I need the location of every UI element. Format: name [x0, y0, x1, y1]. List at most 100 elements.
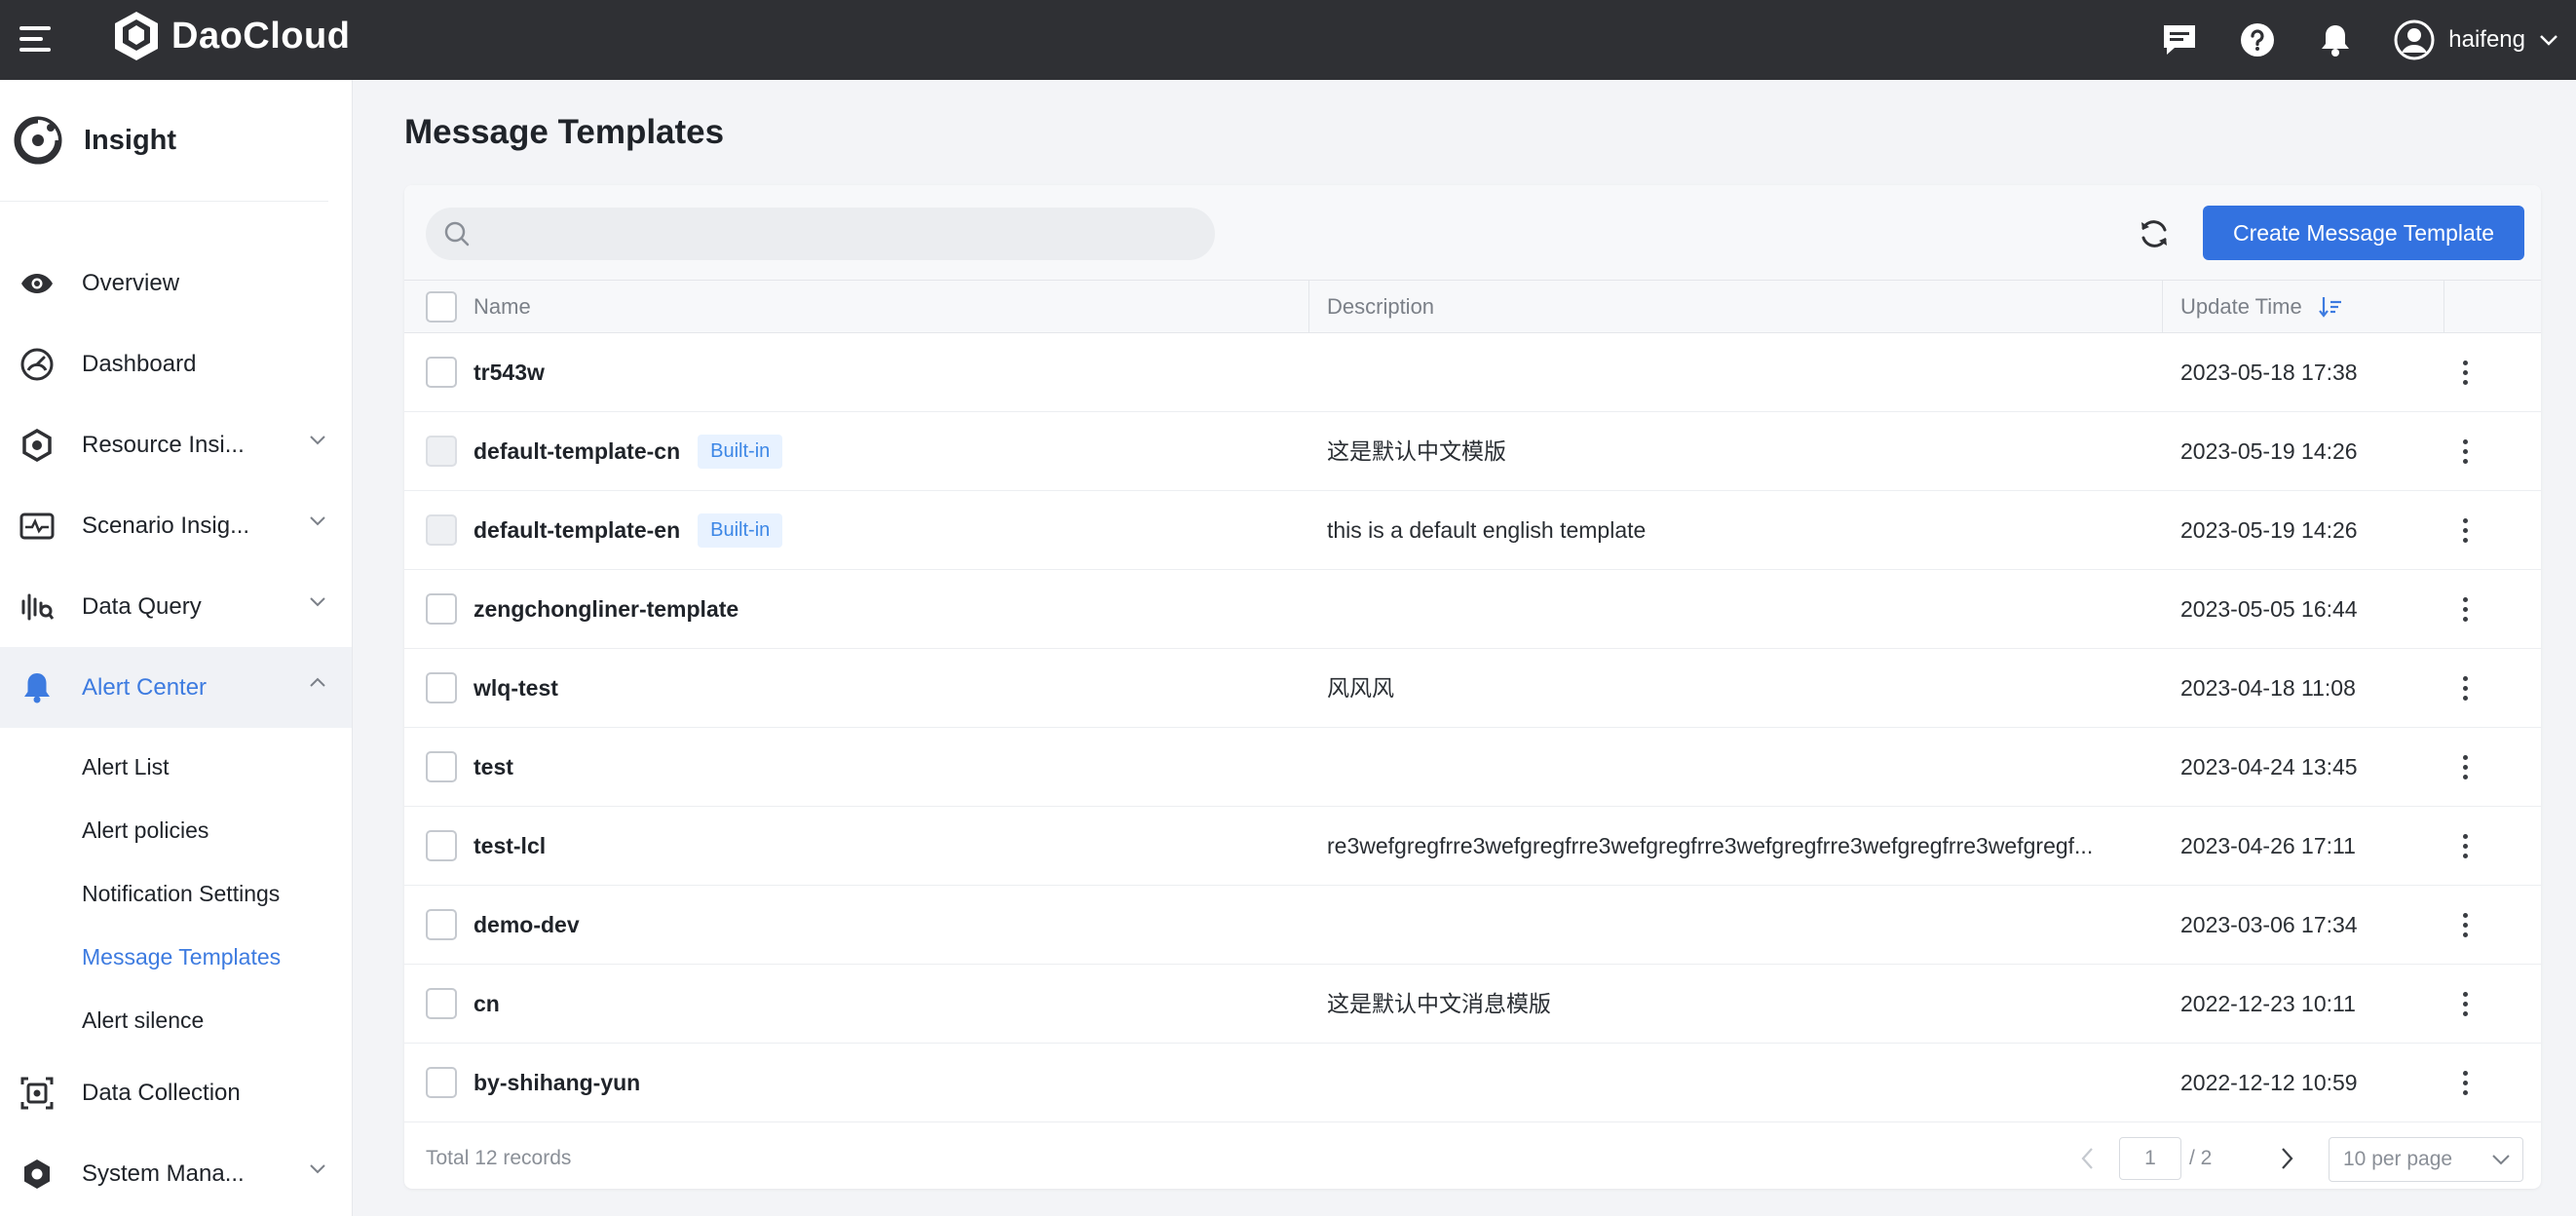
brand-logo[interactable]: DaoCloud	[111, 10, 350, 62]
main-content: Message Templates Create Message Templat…	[354, 80, 2576, 1216]
templates-card: Create Message Template Name Description…	[404, 185, 2541, 1189]
top-actions: haifeng	[2160, 0, 2576, 80]
table-row[interactable]: by-shihang-yun 2022-12-12 10:59	[404, 1044, 2541, 1122]
table-row[interactable]: test-lcl re3wefgregfrre3wefgregfrre3wefgr…	[404, 807, 2541, 886]
table-body: tr543w 2023-05-18 17:38 default-template-c…	[404, 333, 2541, 1122]
table-row[interactable]: test 2023-04-24 13:45	[404, 728, 2541, 807]
sidebar-item-label: Alert Center	[82, 673, 208, 701]
table-row[interactable]: wlq-test 风风风 2023-04-18 11:08	[404, 649, 2541, 728]
more-actions-icon[interactable]	[2450, 511, 2480, 550]
template-name[interactable]: default-template-en	[474, 517, 680, 544]
template-name[interactable]: test	[474, 754, 513, 780]
table-row[interactable]: default-template-en Built-in this is a def…	[404, 491, 2541, 570]
more-actions-icon[interactable]	[2450, 353, 2480, 392]
page-total: / 2	[2189, 1147, 2213, 1169]
column-header-label: Update Time	[2180, 294, 2302, 319]
column-header-name[interactable]: Name	[474, 281, 531, 333]
template-name[interactable]: demo-dev	[474, 912, 580, 938]
row-checkbox	[426, 436, 457, 467]
sidebar-subitem-alert-silence[interactable]: Alert silence	[0, 989, 352, 1052]
top-bar: DaoCloud haifeng	[0, 0, 2576, 80]
search-icon	[444, 221, 470, 247]
create-message-template-button[interactable]: Create Message Template	[2203, 206, 2524, 260]
per-page-select[interactable]: 10 per page	[2329, 1137, 2523, 1182]
more-actions-icon[interactable]	[2450, 668, 2480, 707]
table-row[interactable]: demo-dev 2023-03-06 17:34	[404, 886, 2541, 965]
per-page-value: 10 per page	[2343, 1148, 2453, 1170]
column-divider	[2443, 281, 2444, 333]
row-checkbox[interactable]	[426, 909, 457, 940]
sidebar-item-overview[interactable]: Overview	[0, 243, 352, 323]
more-actions-icon[interactable]	[2450, 826, 2480, 865]
template-name[interactable]: default-template-cn	[474, 438, 680, 465]
update-time: 2022-12-12 10:59	[2180, 1069, 2358, 1095]
template-name[interactable]: tr543w	[474, 360, 545, 386]
table-row[interactable]: tr543w 2023-05-18 17:38	[404, 333, 2541, 412]
insight-logo-icon	[14, 116, 62, 165]
table-row[interactable]: default-template-cn Built-in 这是默认中文模版 2023-…	[404, 412, 2541, 491]
more-actions-icon[interactable]	[2450, 589, 2480, 628]
more-actions-icon[interactable]	[2450, 747, 2480, 786]
sidebar-item-scenario-insight[interactable]: Scenario Insig...	[0, 485, 352, 566]
refresh-icon[interactable]	[2135, 214, 2174, 253]
update-time: 2023-04-18 11:08	[2180, 674, 2356, 701]
column-header-update-time[interactable]: Update Time	[2180, 281, 2343, 333]
row-checkbox[interactable]	[426, 672, 457, 703]
template-name[interactable]: wlq-test	[474, 675, 558, 702]
update-time: 2023-05-19 14:26	[2180, 437, 2358, 464]
page-number-input[interactable]	[2119, 1137, 2181, 1180]
more-actions-icon[interactable]	[2450, 905, 2480, 944]
column-header-description[interactable]: Description	[1327, 281, 1434, 333]
update-time: 2023-04-24 13:45	[2180, 753, 2358, 779]
template-description: 风风风	[1327, 675, 1394, 701]
help-icon[interactable]	[2238, 20, 2277, 59]
sidebar-subitem-notification-settings[interactable]: Notification Settings	[0, 862, 352, 926]
row-checkbox[interactable]	[426, 988, 457, 1019]
sidebar-item-dashboard[interactable]: Dashboard	[0, 323, 352, 404]
sort-descending-icon[interactable]	[2318, 294, 2343, 320]
sidebar-item-resource-insight[interactable]: Resource Insi...	[0, 404, 352, 485]
sidebar-item-system-management[interactable]: System Mana...	[0, 1133, 352, 1214]
sidebar-item-label: Data Collection	[82, 1079, 241, 1106]
select-all-checkbox[interactable]	[426, 291, 457, 323]
sidebar-subitem-message-templates[interactable]: Message Templates	[0, 926, 352, 989]
template-name[interactable]: zengchongliner-template	[474, 596, 739, 623]
total-records: Total 12 records	[426, 1147, 572, 1169]
menu-icon[interactable]	[18, 22, 53, 57]
waveform-icon	[19, 589, 55, 625]
row-checkbox[interactable]	[426, 357, 457, 388]
sidebar-item-alert-center[interactable]: Alert Center	[0, 647, 352, 728]
more-actions-icon[interactable]	[2450, 1063, 2480, 1102]
table-row[interactable]: cn 这是默认中文消息模版 2022-12-23 10:11	[404, 965, 2541, 1044]
sidebar-item-data-collection[interactable]: Data Collection	[0, 1052, 352, 1133]
eye-icon	[19, 266, 55, 301]
message-icon[interactable]	[2160, 20, 2199, 59]
table-footer: Total 12 records / 2 10 per page	[404, 1127, 2541, 1189]
table-row[interactable]: zengchongliner-template 2023-05-05 16:44	[404, 570, 2541, 649]
more-actions-icon[interactable]	[2450, 984, 2480, 1023]
more-actions-icon[interactable]	[2450, 432, 2480, 471]
row-checkbox[interactable]	[426, 830, 457, 861]
sidebar-subitem-alert-list[interactable]: Alert List	[0, 736, 352, 799]
table-toolbar: Create Message Template	[404, 185, 2541, 281]
sidebar-title: Insight	[84, 124, 177, 156]
built-in-badge: Built-in	[698, 434, 783, 469]
search-input[interactable]	[426, 208, 1215, 260]
template-name[interactable]: cn	[474, 991, 500, 1017]
template-name[interactable]: test-lcl	[474, 833, 546, 859]
user-menu[interactable]: haifeng	[2394, 19, 2558, 60]
row-checkbox[interactable]	[426, 1067, 457, 1098]
sidebar-item-data-query[interactable]: Data Query	[0, 566, 352, 647]
chevron-down-icon	[310, 1164, 325, 1174]
column-divider	[1308, 281, 1309, 333]
notification-bell-icon[interactable]	[2316, 20, 2355, 59]
user-name: haifeng	[2448, 26, 2525, 53]
sidebar-subitem-alert-policies[interactable]: Alert policies	[0, 799, 352, 862]
prev-page-icon[interactable]	[2078, 1145, 2098, 1172]
next-page-icon[interactable]	[2277, 1145, 2296, 1172]
template-description: 这是默认中文消息模版	[1327, 991, 1551, 1016]
row-checkbox[interactable]	[426, 593, 457, 625]
row-checkbox[interactable]	[426, 751, 457, 782]
template-name[interactable]: by-shihang-yun	[474, 1070, 640, 1096]
sidebar-item-label: Overview	[82, 269, 180, 296]
